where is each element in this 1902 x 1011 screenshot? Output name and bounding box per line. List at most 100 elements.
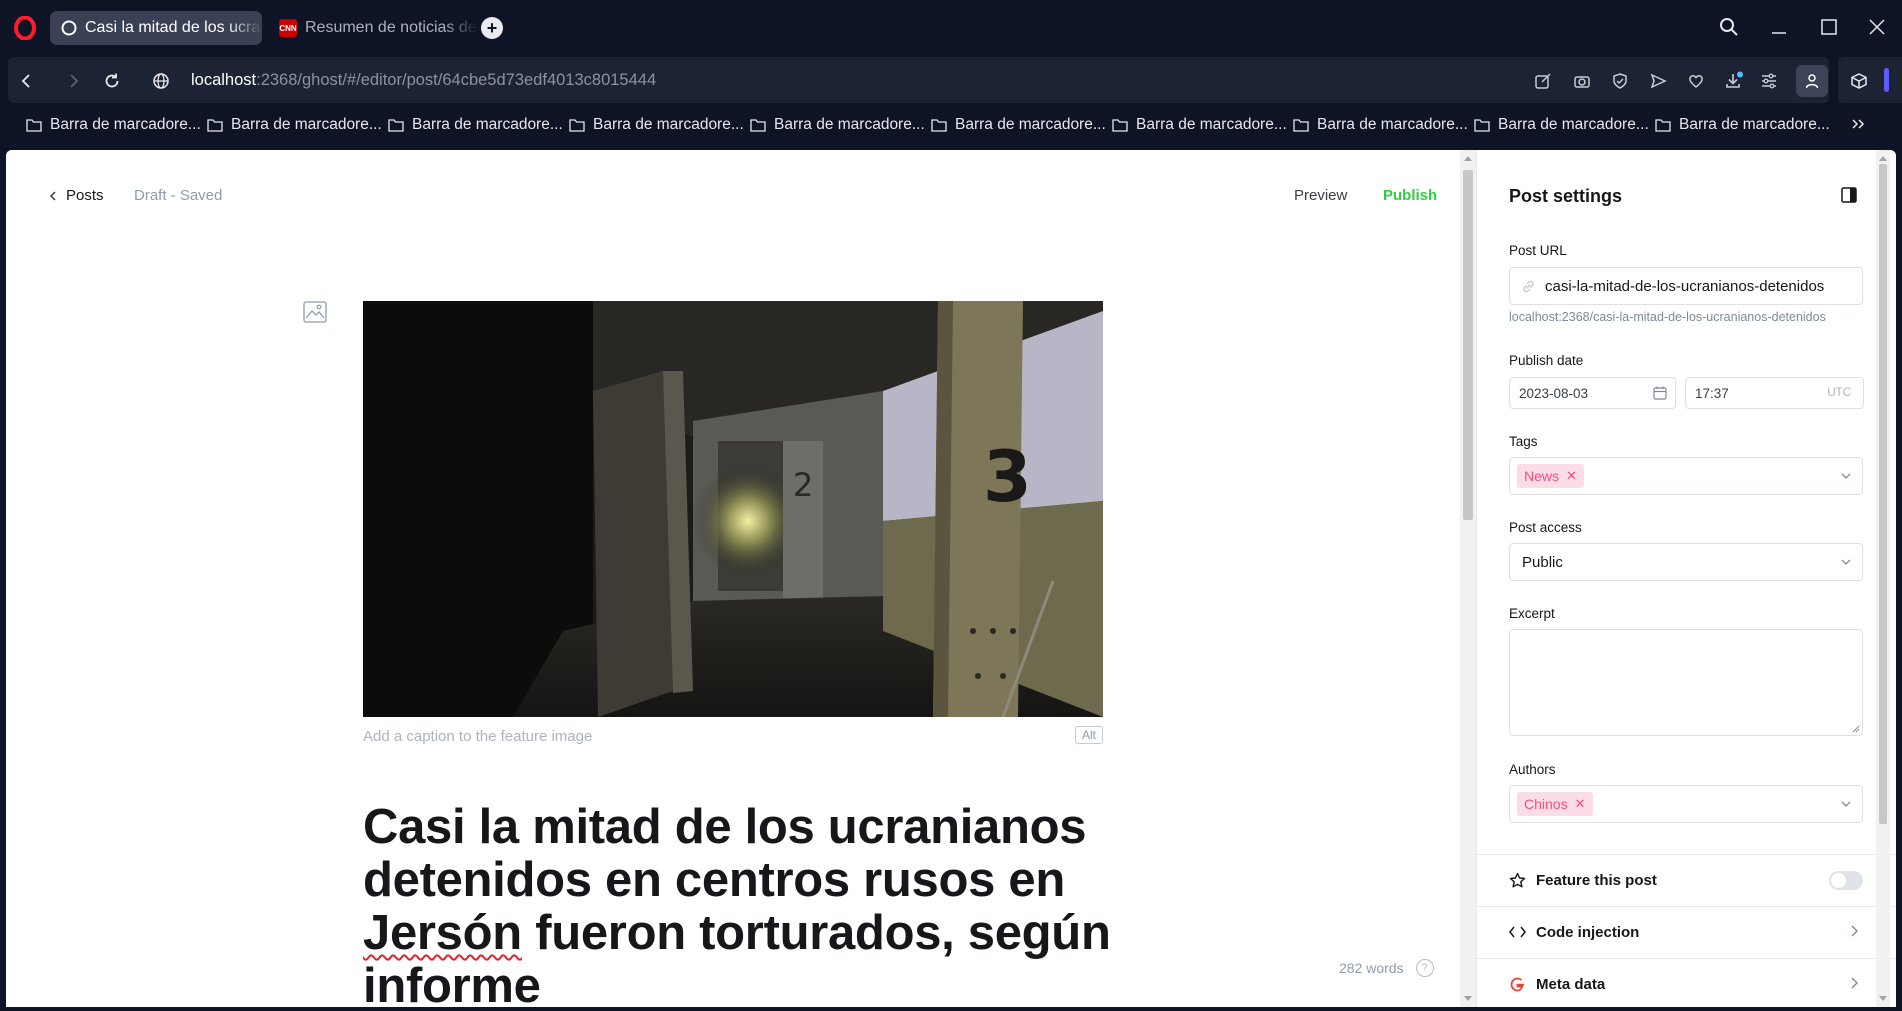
globe-icon[interactable]: [150, 70, 172, 92]
folder-icon: [1112, 119, 1128, 132]
folder-icon: [750, 119, 766, 132]
tags-input[interactable]: News ✕: [1509, 457, 1863, 495]
title-misspelled-word: Jersón: [363, 906, 522, 960]
calendar-icon[interactable]: [1653, 386, 1667, 400]
back-label: Posts: [66, 187, 104, 204]
bookmark-label: Barra de marcadore...: [231, 116, 382, 133]
sidebar-scrollbar-thumb[interactable]: [1879, 164, 1887, 824]
tab-ghost-editor[interactable]: Casi la mitad de los ucranianos: [50, 11, 262, 45]
folder-icon: [1474, 119, 1490, 132]
feature-image-picture: 3 2: [363, 301, 1103, 717]
scroll-up-icon[interactable]: [1879, 156, 1887, 161]
url-host: localhost: [191, 71, 257, 89]
folder-icon: [569, 119, 585, 132]
remove-author-icon[interactable]: ✕: [1575, 796, 1586, 812]
publish-button[interactable]: Publish: [1383, 187, 1437, 204]
post-url-label: Post URL: [1509, 243, 1567, 258]
post-access-label: Post access: [1509, 520, 1582, 535]
post-url-field[interactable]: casi-la-mitad-de-los-ucranianos-detenido…: [1509, 267, 1863, 305]
post-title[interactable]: Casi la mitad de los ucranianos detenido…: [363, 801, 1123, 1008]
bookmarks-overflow-icon[interactable]: [1850, 116, 1866, 137]
search-tabs-icon[interactable]: [1716, 14, 1742, 40]
post-editor: Posts Draft - Saved Preview Publish 3 2 …: [6, 150, 1460, 1007]
profile-button[interactable]: [1796, 65, 1828, 97]
tag-token-news[interactable]: News ✕: [1517, 464, 1584, 488]
folder-icon: [931, 119, 947, 132]
bookmark-item[interactable]: Barra de marcadore...: [1293, 116, 1468, 134]
back-icon[interactable]: [16, 70, 38, 92]
word-count: 282 words ?: [1339, 959, 1434, 977]
sidebar-indicator[interactable]: [1884, 68, 1889, 92]
url-field[interactable]: localhost:2368/ghost/#/editor/post/64cbe…: [191, 71, 656, 90]
feature-image-icon[interactable]: [303, 301, 327, 323]
cnn-logo-icon: CNN: [279, 19, 297, 37]
send-icon[interactable]: [1647, 70, 1669, 92]
remove-tag-icon[interactable]: ✕: [1566, 468, 1577, 484]
editor-scrollbar[interactable]: [1460, 150, 1476, 1007]
minimize-icon[interactable]: [1766, 14, 1792, 40]
feature-post-row[interactable]: Feature this post: [1509, 854, 1863, 906]
bookmark-label: Barra de marcadore...: [50, 116, 201, 133]
resize-grip-icon[interactable]: [1852, 725, 1860, 733]
author-token-chinos[interactable]: Chinos ✕: [1517, 792, 1593, 816]
bookmark-item[interactable]: Barra de marcadore...: [1474, 116, 1649, 134]
tab-cnn[interactable]: CNN Resumen de noticias de la: [268, 11, 478, 45]
feature-image-caption-input[interactable]: Add a caption to the feature image: [363, 728, 592, 745]
sidebar-toggle-icon[interactable]: [1841, 187, 1857, 203]
excerpt-label: Excerpt: [1509, 606, 1555, 621]
sidebar-scrollbar[interactable]: [1876, 150, 1890, 1007]
bookmark-item[interactable]: Barra de marcadore...: [931, 116, 1106, 134]
bookmark-item[interactable]: Barra de marcadore...: [569, 116, 744, 134]
maximize-icon[interactable]: [1816, 14, 1842, 40]
post-access-select[interactable]: Public: [1509, 543, 1863, 581]
feature-image[interactable]: 3 2: [363, 301, 1103, 717]
reload-icon[interactable]: [101, 70, 123, 92]
editor-scrollbar-thumb[interactable]: [1463, 170, 1473, 520]
post-url-hint: localhost:2368/casi-la-mitad-de-los-ucra…: [1509, 310, 1826, 324]
new-tab-button[interactable]: +: [481, 17, 503, 39]
heart-icon[interactable]: [1685, 70, 1707, 92]
alt-text-button[interactable]: Alt: [1075, 726, 1103, 744]
tab-title: Casi la mitad de los ucranianos: [85, 19, 262, 36]
bookmark-item[interactable]: Barra de marcadore...: [26, 116, 201, 134]
forward-icon[interactable]: [62, 70, 84, 92]
share-icon[interactable]: [1532, 70, 1554, 92]
bookmark-item[interactable]: Barra de marcadore...: [750, 116, 925, 134]
opera-logo-icon[interactable]: [14, 16, 36, 40]
bookmark-label: Barra de marcadore...: [593, 116, 744, 133]
download-icon[interactable]: [1723, 70, 1745, 92]
bookmark-item[interactable]: Barra de marcadore...: [1112, 116, 1287, 134]
authors-input[interactable]: Chinos ✕: [1509, 785, 1863, 823]
bookmark-item[interactable]: Barra de marcadore...: [207, 116, 382, 134]
scroll-down-icon[interactable]: [1464, 996, 1472, 1001]
address-bar-field: localhost:2368/ghost/#/editor/post/64cbe…: [8, 57, 1829, 103]
close-window-icon[interactable]: [1864, 14, 1890, 40]
scroll-up-icon[interactable]: [1464, 156, 1472, 161]
chevron-down-icon[interactable]: [1840, 799, 1852, 809]
help-icon[interactable]: ?: [1415, 959, 1434, 977]
extensions-cube-icon[interactable]: [1848, 70, 1870, 92]
publish-time-input[interactable]: 17:37 UTC: [1685, 377, 1864, 409]
chevron-right-icon: [1851, 925, 1858, 937]
back-to-posts-link[interactable]: Posts: [49, 187, 104, 204]
camera-icon[interactable]: [1571, 70, 1593, 92]
bookmarks-bar: Barra de marcadore... Barra de marcadore.…: [0, 106, 1902, 148]
chevron-down-icon[interactable]: [1840, 471, 1852, 481]
bookmark-item[interactable]: Barra de marcadore...: [388, 116, 563, 134]
url-path: :2368/ghost/#/editor/post/64cbe5d73edf40…: [256, 71, 657, 89]
folder-icon: [207, 119, 223, 132]
meta-data-row[interactable]: Meta data: [1509, 958, 1863, 1007]
scroll-down-icon[interactable]: [1879, 996, 1887, 1001]
preview-button[interactable]: Preview: [1294, 187, 1347, 204]
bookmark-label: Barra de marcadore...: [1317, 116, 1468, 133]
feature-post-toggle[interactable]: [1829, 871, 1863, 890]
shield-check-icon[interactable]: [1609, 70, 1631, 92]
svg-text:3: 3: [983, 436, 1032, 518]
bookmark-item[interactable]: Barra de marcadore...: [1655, 116, 1830, 134]
easy-setup-icon[interactable]: [1758, 70, 1780, 92]
excerpt-textarea[interactable]: [1509, 629, 1863, 736]
publish-date-input[interactable]: 2023-08-03: [1509, 377, 1676, 409]
folder-icon: [388, 119, 404, 132]
folder-icon: [1655, 119, 1671, 132]
code-injection-row[interactable]: Code injection: [1509, 906, 1863, 958]
